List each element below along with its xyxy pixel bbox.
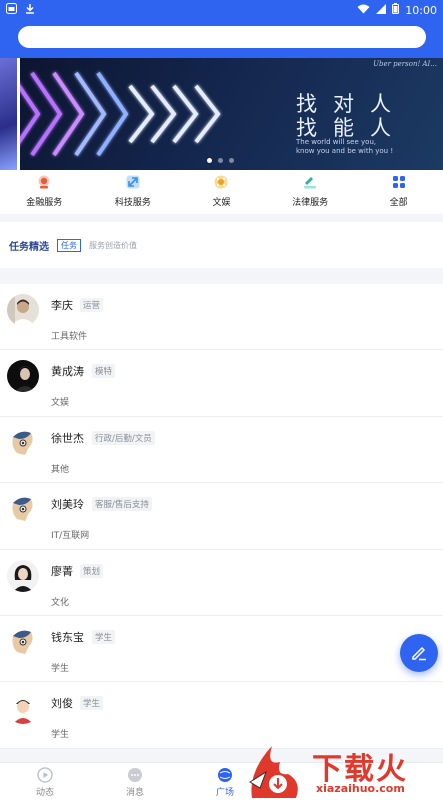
person-tag: 模特 [92, 364, 116, 379]
person-name: 钱东宝 [51, 630, 84, 644]
list-item[interactable]: 刘美玲 客服/售后支持 IT/互联网 [0, 483, 443, 550]
list-item[interactable]: 黄成涛 模特 文娱 [0, 350, 443, 417]
person-name: 廖菁 [51, 564, 73, 578]
signal-icon [376, 3, 387, 17]
nav-label: 动态 [35, 787, 54, 798]
compose-button[interactable] [400, 634, 438, 672]
person-name: 刘俊 [51, 697, 73, 711]
avatar [7, 559, 39, 592]
category-label: 金融服务 [26, 198, 63, 208]
finance-icon [38, 175, 50, 189]
status-time: 10:00 [405, 3, 437, 17]
task-section-header[interactable]: 任务精选 任务 服务创造价值 [0, 222, 443, 268]
nav-messages[interactable]: 消息 [90, 763, 180, 801]
person-name: 刘美玲 [51, 498, 84, 512]
app-notification-icon [6, 3, 17, 17]
banner-subtitle-2: know you and be with you ! [296, 147, 394, 155]
category-label: 科技服务 [114, 198, 151, 208]
avatar [7, 294, 39, 326]
search-input[interactable] [18, 26, 426, 48]
category-law[interactable]: 法律服务 [266, 170, 355, 214]
category-label: 法律服务 [292, 198, 329, 208]
list-item[interactable]: 钱东宝 学生 学生 [0, 616, 443, 683]
avatar [7, 625, 39, 658]
play-icon [37, 766, 53, 783]
watermark: 下载火 xiazaihuo.com [246, 742, 443, 801]
person-tag: 策划 [80, 563, 104, 578]
person-category: 工具软件 [51, 332, 88, 342]
banner-tagline: Uber person! AI... [373, 60, 437, 68]
battery-icon [392, 3, 400, 17]
category-label: 文娱 [212, 198, 231, 208]
person-tag: 运营 [80, 298, 104, 312]
task-description: 服务创造价值 [89, 240, 137, 250]
list-item[interactable]: 刘俊 学生 学生 [0, 682, 443, 749]
entertainment-icon [214, 175, 228, 189]
app-header: 10:00 [0, 0, 443, 58]
avatar [7, 360, 39, 393]
watermark-url: xiazaihuo.com [316, 782, 405, 795]
banner-carousel[interactable]: Uber person! AI... 找对人 找能人 The world wil… [0, 58, 443, 170]
person-name: 李庆 [51, 299, 73, 312]
task-section-title: 任务精选 [9, 241, 49, 253]
banner-prev-slide [0, 58, 17, 170]
avatar [7, 692, 39, 725]
person-category: 文娱 [51, 398, 70, 409]
category-entertainment[interactable]: 文娱 [177, 170, 266, 214]
nav-label: 广场 [215, 787, 234, 798]
category-all[interactable]: 全部 [354, 170, 443, 214]
person-tag: 学生 [80, 696, 104, 711]
people-list: 李庆 运营 工具软件 黄成涛 模特 文娱 徐世杰 行政/后勤/文员 其他 刘美玲… [0, 284, 443, 749]
avatar [7, 426, 39, 459]
carousel-dot[interactable] [218, 158, 223, 163]
person-tag: 客服/售后支持 [92, 497, 152, 512]
person-category: IT/互联网 [51, 531, 90, 542]
category-tech[interactable]: 科技服务 [89, 170, 178, 214]
carousel-dot[interactable] [207, 158, 212, 163]
category-bar: 金融服务 科技服务 文娱 法律服务 全部 [0, 170, 443, 214]
wifi-icon [357, 4, 370, 17]
nav-label: 消息 [125, 787, 144, 798]
carousel-dots [207, 158, 234, 163]
list-item[interactable]: 廖菁 策划 文化 [0, 550, 443, 616]
banner-subtitle-1: The world will see you, [296, 138, 377, 146]
category-label: 全部 [389, 198, 408, 208]
person-tag: 行政/后勤/文员 [92, 430, 155, 445]
message-icon [128, 767, 142, 782]
person-category: 学生 [51, 663, 70, 674]
carousel-dot[interactable] [229, 158, 234, 163]
person-category: 学生 [51, 730, 70, 741]
person-name: 徐世杰 [51, 431, 84, 445]
list-item[interactable]: 徐世杰 行政/后勤/文员 其他 [0, 417, 443, 484]
task-badge: 任务 [57, 238, 81, 252]
chevron-pattern [20, 71, 221, 157]
grid-icon [392, 176, 405, 188]
status-bar: 10:00 [0, 0, 443, 20]
person-tag: 学生 [92, 629, 116, 644]
category-finance[interactable]: 金融服务 [0, 170, 89, 214]
download-icon [25, 3, 35, 17]
edit-icon [412, 646, 426, 661]
person-category: 文化 [51, 597, 70, 608]
person-name: 黄成涛 [51, 365, 84, 379]
tech-icon [126, 175, 140, 189]
person-category: 其他 [51, 464, 70, 475]
banner-slide[interactable]: Uber person! AI... 找对人 找能人 The world wil… [20, 58, 443, 170]
avatar [7, 493, 39, 526]
list-item[interactable]: 李庆 运营 工具软件 [0, 284, 443, 351]
globe-icon [218, 767, 232, 782]
nav-dynamic[interactable]: 动态 [0, 763, 90, 801]
law-icon [304, 177, 317, 189]
watermark-logo-icon [249, 746, 298, 798]
